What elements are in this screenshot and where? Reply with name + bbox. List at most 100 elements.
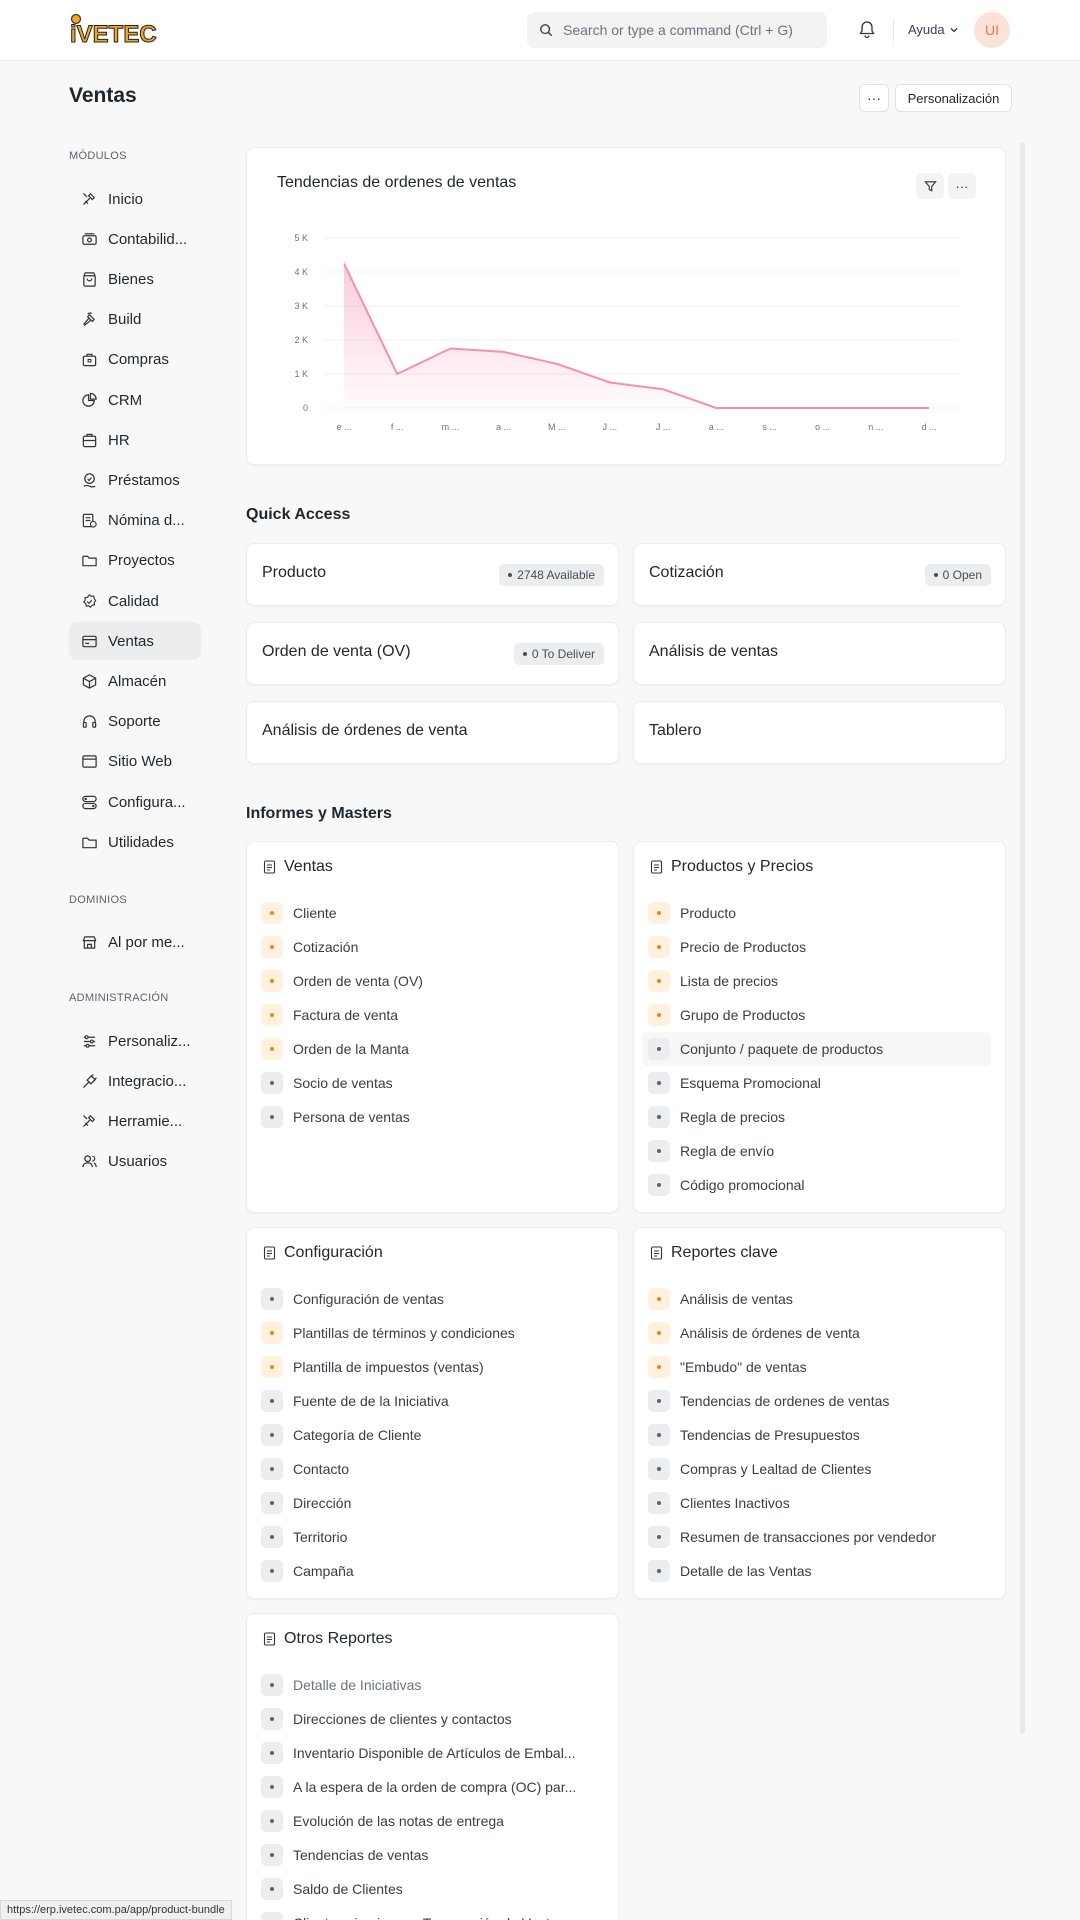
customize-button[interactable]: Personalización <box>895 84 1012 112</box>
sidebar-item-usuarios[interactable]: Usuarios <box>69 1143 201 1181</box>
report-link[interactable]: Esquema Promocional <box>648 1066 991 1100</box>
report-link[interactable]: Compras y Lealtad de Clientes <box>648 1452 991 1486</box>
chart-point[interactable] <box>767 406 772 411</box>
report-link[interactable]: Factura de venta <box>261 998 604 1032</box>
bell-icon[interactable] <box>857 20 877 40</box>
report-link[interactable]: Saldo de Clientes <box>261 1872 604 1906</box>
report-card-heading[interactable]: Ventas <box>263 858 333 876</box>
report-link[interactable]: Configuración de ventas <box>261 1282 604 1316</box>
report-link[interactable]: Direcciones de clientes y contactos <box>261 1702 604 1736</box>
report-link[interactable]: Inventario Disponible de Artículos de Em… <box>261 1736 604 1770</box>
chart-point[interactable] <box>820 406 825 411</box>
sidebar-item-label: Configura... <box>108 793 186 811</box>
scrollbar[interactable] <box>1020 142 1025 1734</box>
sidebar-item-hr[interactable]: HR <box>69 421 201 459</box>
report-link[interactable]: Evolución de las notas de entrega <box>261 1804 604 1838</box>
report-link[interactable]: Categoría de Cliente <box>261 1418 604 1452</box>
sidebar-item-compras[interactable]: Compras <box>69 341 201 379</box>
sidebar-item-al-por-me[interactable]: Al por me... <box>69 923 201 961</box>
report-link[interactable]: Tendencias de ordenes de ventas <box>648 1384 991 1418</box>
report-link[interactable]: Territorio <box>261 1520 604 1554</box>
report-link[interactable]: Socio de ventas <box>261 1066 604 1100</box>
report-link[interactable]: Cliente <box>261 896 604 930</box>
report-link[interactable]: Orden de la Manta <box>261 1032 604 1066</box>
quick-access-card[interactable]: Tablero <box>633 701 1006 764</box>
sidebar-item-integracio[interactable]: Integracio... <box>69 1062 201 1100</box>
report-link[interactable]: Resumen de transacciones por vendedor <box>648 1520 991 1554</box>
report-link[interactable]: Lista de precios <box>648 964 991 998</box>
report-link[interactable]: Detalle de Iniciativas <box>261 1668 604 1702</box>
report-link[interactable]: Fuente de de la Iniciativa <box>261 1384 604 1418</box>
quick-access-card[interactable]: Orden de venta (OV) 0 To Deliver <box>246 622 619 685</box>
report-link[interactable]: Cotización <box>261 930 604 964</box>
chart-point[interactable] <box>714 406 719 411</box>
report-link[interactable]: Conjunto / paquete de productos <box>642 1032 991 1066</box>
sidebar-item-almacen[interactable]: Almacén <box>69 662 201 700</box>
chart-point[interactable] <box>395 372 400 377</box>
report-link[interactable]: Detalle de las Ventas <box>648 1554 991 1588</box>
sidebar-item-soporte[interactable]: Soporte <box>69 703 201 741</box>
report-link[interactable]: Precio de Productos <box>648 930 991 964</box>
chart-point[interactable] <box>873 406 878 411</box>
sidebar-item-configura[interactable]: Configura... <box>69 783 201 821</box>
quick-access-card[interactable]: Análisis de órdenes de venta <box>246 701 619 764</box>
sidebar-item-proyectos[interactable]: Proyectos <box>69 542 201 580</box>
sidebar-item-ventas[interactable]: Ventas <box>69 622 201 661</box>
report-link[interactable]: Producto <box>648 896 991 930</box>
report-link[interactable]: Dirección <box>261 1486 604 1520</box>
sidebar-item-prestamos[interactable]: Préstamos <box>69 461 201 499</box>
report-link[interactable]: Regla de precios <box>648 1100 991 1134</box>
report-link[interactable]: Clientes Inactivos <box>648 1486 991 1520</box>
company-logo[interactable]: iVETEC <box>68 14 160 46</box>
sidebar-item-contabilid[interactable]: Contabilid... <box>69 220 201 258</box>
search-input[interactable]: Search or type a command (Ctrl + G) <box>527 12 827 48</box>
report-card-heading[interactable]: Otros Reportes <box>263 1630 392 1648</box>
sidebar-item-herramie[interactable]: Herramie... <box>69 1102 201 1140</box>
sidebar-item-utilidades[interactable]: Utilidades <box>69 823 201 861</box>
chart-point[interactable] <box>448 346 453 351</box>
sidebar-item-nomina-d[interactable]: Nómina d... <box>69 502 201 540</box>
report-link[interactable]: Plantillas de términos y condiciones <box>261 1316 604 1350</box>
chart-point[interactable] <box>607 380 612 385</box>
report-link[interactable]: Plantilla de impuestos (ventas) <box>261 1350 604 1384</box>
report-link[interactable]: Análisis de órdenes de venta <box>648 1316 991 1350</box>
report-card-heading[interactable]: Reportes clave <box>650 1244 778 1262</box>
chart-point[interactable] <box>927 406 932 411</box>
chart-point[interactable] <box>501 349 506 354</box>
report-link[interactable]: Análisis de ventas <box>648 1282 991 1316</box>
report-link[interactable]: Grupo de Productos <box>648 998 991 1032</box>
report-link[interactable]: A la espera de la orden de compra (OC) p… <box>261 1770 604 1804</box>
sidebar-item-personaliz[interactable]: Personaliz... <box>69 1022 201 1060</box>
report-link[interactable]: Orden de venta (OV) <box>261 964 604 998</box>
avatar[interactable]: UI <box>974 12 1010 48</box>
report-link[interactable]: Tendencias de Presupuestos <box>648 1418 991 1452</box>
report-card-heading[interactable]: Configuración <box>263 1244 383 1262</box>
report-link[interactable]: Contacto <box>261 1452 604 1486</box>
report-link[interactable]: Tendencias de ventas <box>261 1838 604 1872</box>
chart-point[interactable] <box>661 387 666 392</box>
sliders-icon <box>83 1034 96 1048</box>
page-more-button[interactable]: ··· <box>859 84 889 112</box>
x-tick-label: o ... <box>815 422 830 432</box>
report-link[interactable]: Regla de envío <box>648 1134 991 1168</box>
sidebar-item-crm[interactable]: CRM <box>69 381 201 419</box>
report-link[interactable]: Campaña <box>261 1554 604 1588</box>
report-card-heading[interactable]: Productos y Precios <box>650 858 813 876</box>
report-link[interactable]: "Embudo" de ventas <box>648 1350 991 1384</box>
sidebar-item-sitio-web[interactable]: Sitio Web <box>69 743 201 781</box>
report-link[interactable]: Persona de ventas <box>261 1100 604 1134</box>
folder-icon <box>82 837 97 848</box>
report-link[interactable]: Clientes sin ninguna Transacción de Vent… <box>261 1906 604 1920</box>
help-dropdown[interactable]: Ayuda <box>908 22 959 37</box>
chart-point[interactable] <box>554 361 559 366</box>
sidebar-item-bienes[interactable]: Bienes <box>69 260 201 298</box>
quick-access-card[interactable]: Producto 2748 Available <box>246 543 619 606</box>
quick-access-card[interactable]: Análisis de ventas <box>633 622 1006 685</box>
report-link[interactable]: Código promocional <box>648 1168 991 1202</box>
sidebar-item-calidad[interactable]: Calidad <box>69 582 201 620</box>
status-badge-text: 0 To Deliver <box>531 647 595 661</box>
chart-point[interactable] <box>342 261 347 266</box>
sidebar-item-build[interactable]: Build <box>69 301 201 339</box>
sidebar-item-inicio[interactable]: Inicio <box>69 180 201 218</box>
quick-access-card[interactable]: Cotización 0 Open <box>633 543 1006 606</box>
